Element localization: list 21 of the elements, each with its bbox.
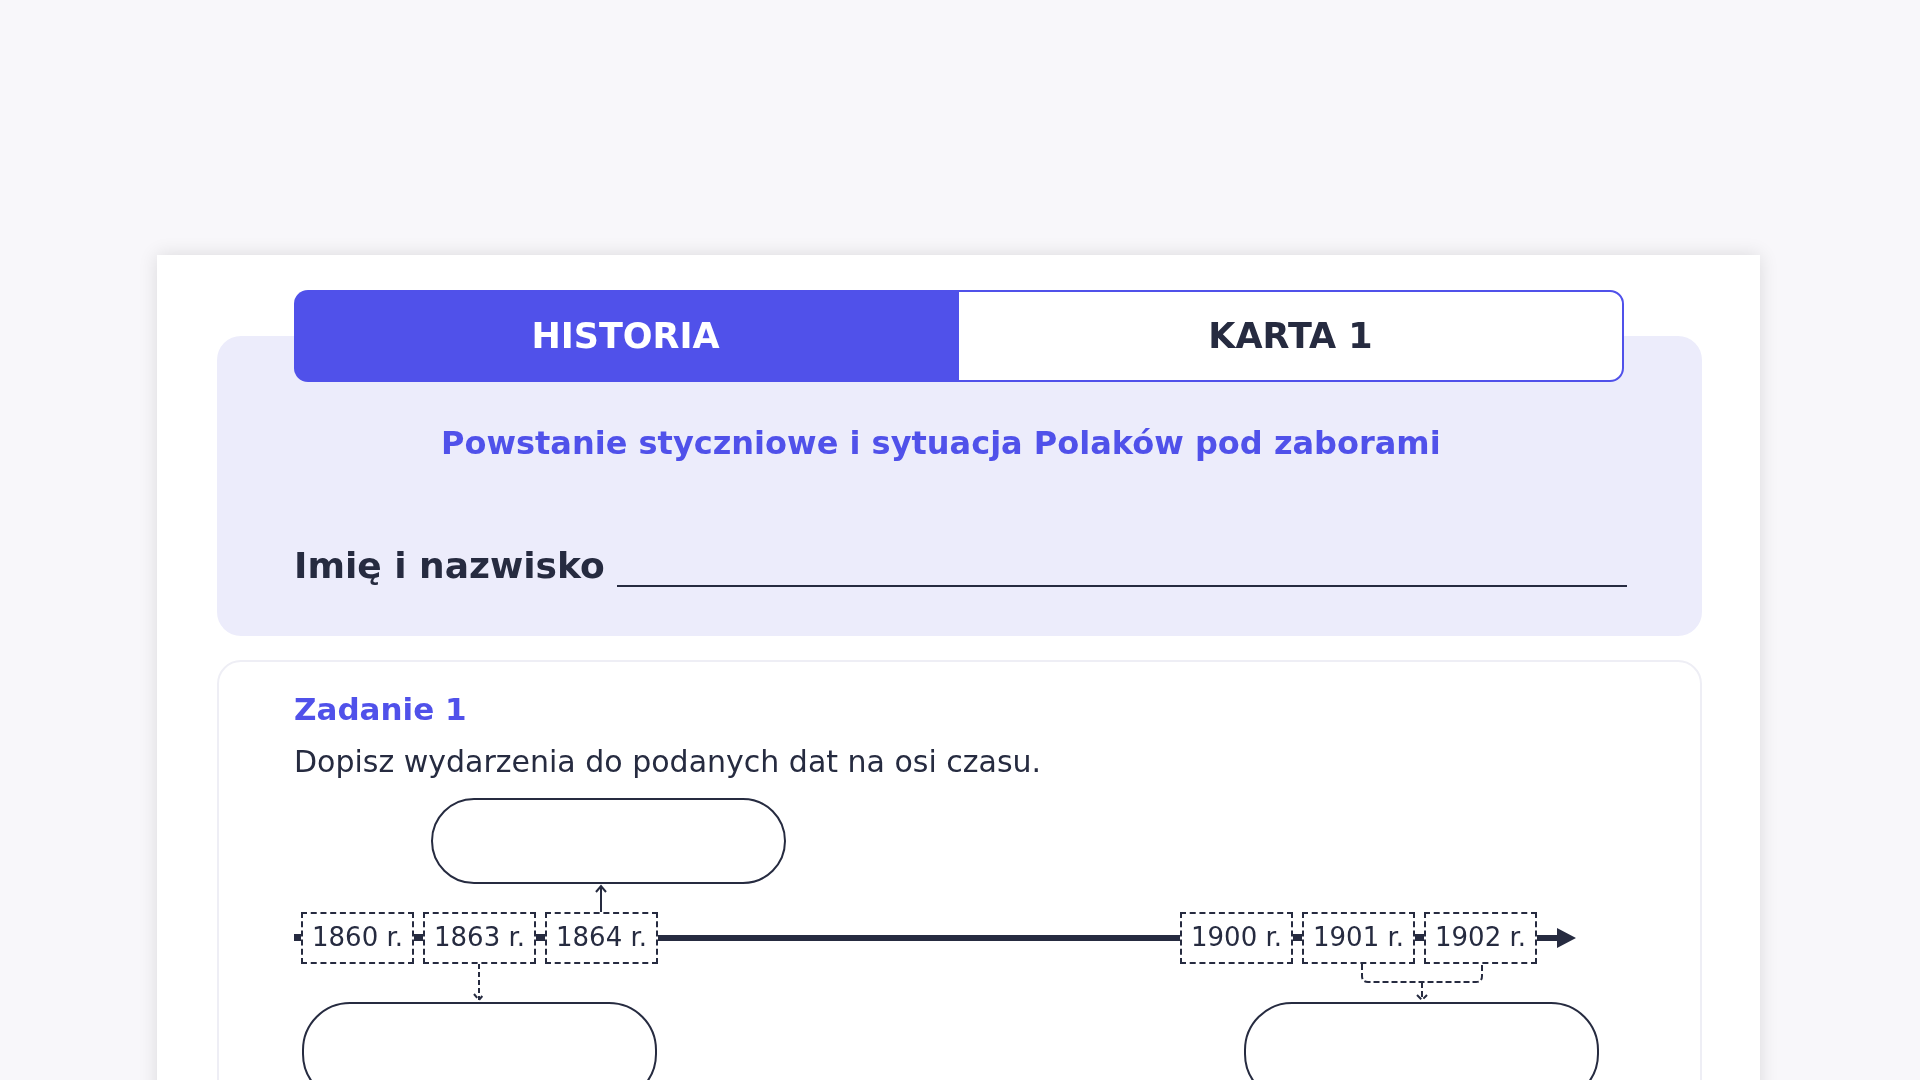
- axis-segment: [294, 934, 301, 941]
- connector-arrow: [473, 963, 485, 1002]
- date-label: 1864 r.: [545, 911, 658, 964]
- date-label: 1900 r.: [1180, 911, 1293, 964]
- answer-box[interactable]: [302, 1001, 657, 1080]
- task-title: Zadanie 1: [294, 690, 468, 729]
- worksheet-title: Powstanie styczniowe i sytuacja Polaków pod zaborami: [441, 423, 1442, 464]
- axis-arrow-icon: [1537, 926, 1576, 949]
- name-label: Imię i nazwisko: [294, 544, 605, 588]
- answer-box[interactable]: [1244, 1001, 1599, 1080]
- answer-box[interactable]: [431, 797, 786, 884]
- axis-segment: [1293, 934, 1302, 941]
- date-label: 1860 r.: [301, 911, 414, 964]
- axis-segment: [536, 934, 545, 941]
- date-label: 1902 r.: [1424, 911, 1537, 964]
- connector-arrow: [595, 883, 607, 912]
- axis-segment: [414, 934, 423, 941]
- date-label: 1901 r.: [1302, 911, 1415, 964]
- axis-segment: [1415, 934, 1424, 941]
- date-label: 1863 r.: [423, 911, 536, 964]
- task-instruction: Dopisz wydarzenia do podanych dat na osi czasu.: [294, 742, 1043, 781]
